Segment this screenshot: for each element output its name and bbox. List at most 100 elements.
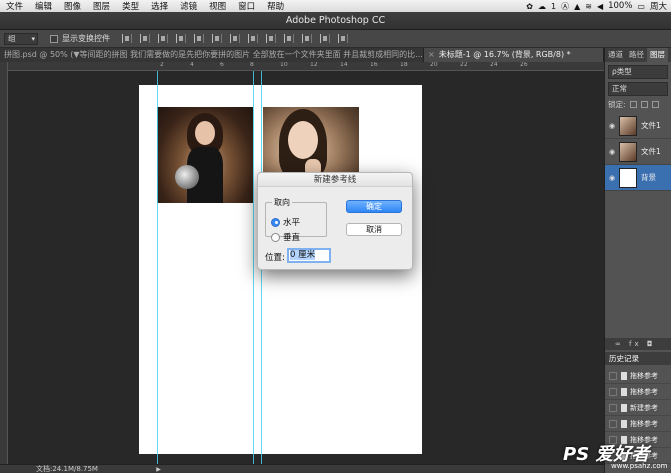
menu-file[interactable]: 文件 xyxy=(0,0,29,12)
system-menubar: 文件 编辑 图像 图层 类型 选择 滤镜 视图 窗口 帮助 ✿ ☁ 1 Ⓐ ▲ … xyxy=(0,0,671,12)
ok-button[interactable]: 确定 xyxy=(346,200,402,213)
ruler-label: 14 xyxy=(340,62,348,68)
layer-row[interactable]: ◉ 文件1 xyxy=(605,113,671,139)
lock-transparent-icon[interactable] xyxy=(629,101,637,108)
menu-window[interactable]: 窗口 xyxy=(232,0,261,12)
align-left-icon[interactable] xyxy=(176,34,186,43)
menu-select[interactable]: 选择 xyxy=(145,0,174,12)
guide-line[interactable] xyxy=(253,71,254,464)
menu-filter[interactable]: 滤镜 xyxy=(174,0,203,12)
position-input[interactable]: 0 厘米 xyxy=(287,248,331,263)
eye-icon[interactable]: ◉ xyxy=(605,148,619,156)
align-hcenter-icon[interactable] xyxy=(194,34,204,43)
user-name[interactable]: 周大 xyxy=(650,0,667,12)
align-top-icon[interactable] xyxy=(122,34,132,43)
radio-vertical-row[interactable]: 垂直 xyxy=(271,231,300,243)
tab-paths[interactable]: 路径 xyxy=(626,48,647,62)
ruler-label: 4 xyxy=(190,62,194,68)
layer-row[interactable]: ◉ 文件1 xyxy=(605,139,671,165)
menu-image[interactable]: 图像 xyxy=(58,0,87,12)
lock-label: 锁定: xyxy=(608,100,626,109)
distribute-top-icon[interactable] xyxy=(230,34,240,43)
radio-horizontal-row[interactable]: 水平 xyxy=(271,216,300,228)
layer-row-background[interactable]: ◉ 背景 xyxy=(605,165,671,191)
horizontal-ruler[interactable]: 2 4 6 8 10 12 14 16 18 20 22 24 26 xyxy=(8,62,604,71)
ruler-label: 22 xyxy=(460,62,468,68)
distribute-hcenter-icon[interactable] xyxy=(302,34,312,43)
history-item[interactable]: 拖移参考 xyxy=(605,384,671,400)
distribute-bottom-icon[interactable] xyxy=(266,34,276,43)
blend-mode-dropdown[interactable]: 正常 xyxy=(608,82,668,96)
vertical-ruler[interactable] xyxy=(0,62,8,464)
chat-icon[interactable]: ☁ xyxy=(538,2,546,11)
history-item[interactable]: 拖移参考 xyxy=(605,368,671,384)
document-icon xyxy=(621,371,627,380)
layer-name: 背景 xyxy=(641,173,656,182)
radio-vertical-label: 垂直 xyxy=(283,233,301,243)
ruler-label: 10 xyxy=(280,62,288,68)
history-item[interactable]: 新建参考 xyxy=(605,400,671,416)
position-value: 0 厘米 xyxy=(290,250,316,260)
auto-select-dropdown[interactable]: 组 xyxy=(4,32,38,45)
watermark-url: www.psahz.com xyxy=(611,462,668,470)
lock-move-icon[interactable] xyxy=(651,101,659,108)
ruler-label: 18 xyxy=(400,62,408,68)
menu-edit[interactable]: 编辑 xyxy=(29,0,58,12)
eye-icon[interactable]: ◉ xyxy=(605,174,619,182)
align-bottom-icon[interactable] xyxy=(158,34,168,43)
photo-woman-helmet xyxy=(157,107,253,203)
history-snapshot-box[interactable] xyxy=(609,419,617,428)
ruler-label: 16 xyxy=(370,62,378,68)
radio-horizontal[interactable] xyxy=(271,217,280,227)
doc-size: 文档:24.1M/8.75M xyxy=(36,465,98,473)
battery-icon[interactable]: ▭ xyxy=(637,2,645,11)
status-menu-arrow-icon[interactable]: ▶ xyxy=(156,466,161,473)
layers-panel-footer[interactable]: ∞ fx ◘ xyxy=(605,338,671,350)
menu-type[interactable]: 类型 xyxy=(116,0,145,12)
photo1-face xyxy=(195,121,215,145)
menu-view[interactable]: 视图 xyxy=(203,0,232,12)
paw-icon[interactable]: ✿ xyxy=(526,2,533,11)
history-item[interactable]: 拖移参考 xyxy=(605,416,671,432)
dialog-title: 新建参考线 xyxy=(258,173,412,187)
wifi-icon[interactable]: ≋ xyxy=(585,2,592,11)
align-vcenter-icon[interactable] xyxy=(140,34,150,43)
history-panel-title[interactable]: 历史记录 xyxy=(605,352,671,365)
distribute-vcenter-icon[interactable] xyxy=(248,34,258,43)
cancel-button[interactable]: 取消 xyxy=(346,223,402,236)
auto-align-icon[interactable] xyxy=(338,34,348,43)
history-snapshot-box[interactable] xyxy=(609,387,617,396)
layer-thumbnail xyxy=(619,167,637,188)
layer-name: 文件1 xyxy=(641,121,661,130)
volume-icon[interactable]: ◀ xyxy=(597,2,603,11)
history-snapshot-box[interactable] xyxy=(609,403,617,412)
history-snapshot-box[interactable] xyxy=(609,371,617,380)
ruler-label: 20 xyxy=(430,62,438,68)
distribute-left-icon[interactable] xyxy=(284,34,294,43)
close-tab-icon[interactable]: × xyxy=(428,50,435,59)
transform-controls-checkbox[interactable] xyxy=(50,34,58,43)
history-item-label: 新建参考 xyxy=(630,403,658,412)
tab-puzzle-psd[interactable]: 拼图.psd @ 50% (▼等间距的拼图 我们需要做的是先把你要拼的图片 全部… xyxy=(0,48,424,62)
adobe-icon[interactable]: Ⓐ xyxy=(561,1,569,12)
tab-layers[interactable]: 图层 xyxy=(647,48,668,62)
tab-channels[interactable]: 通道 xyxy=(605,48,626,62)
eye-icon[interactable]: ◉ xyxy=(605,122,619,130)
radio-vertical[interactable] xyxy=(271,232,280,242)
guide-line[interactable] xyxy=(157,71,158,464)
layer-name: 文件1 xyxy=(641,147,661,156)
menu-help[interactable]: 帮助 xyxy=(261,0,290,12)
ruler-label: 12 xyxy=(310,62,318,68)
photo1-helmet xyxy=(175,165,199,189)
menu-layer[interactable]: 图层 xyxy=(87,0,116,12)
menu-list: 文件 编辑 图像 图层 类型 选择 滤镜 视图 窗口 帮助 xyxy=(0,0,290,12)
align-right-icon[interactable] xyxy=(212,34,222,43)
lock-paint-icon[interactable] xyxy=(640,101,648,108)
document-icon xyxy=(621,419,627,428)
distribute-right-icon[interactable] xyxy=(320,34,330,43)
bell-icon[interactable]: ▲ xyxy=(574,2,580,11)
layer-filter-dropdown[interactable]: ρ类型 xyxy=(608,65,668,79)
layer-thumbnail xyxy=(619,141,637,162)
tab-untitled-1[interactable]: × 未标题-1 @ 16.7% (背景, RGB/8) * xyxy=(424,48,604,62)
ruler-label: 6 xyxy=(220,62,224,68)
